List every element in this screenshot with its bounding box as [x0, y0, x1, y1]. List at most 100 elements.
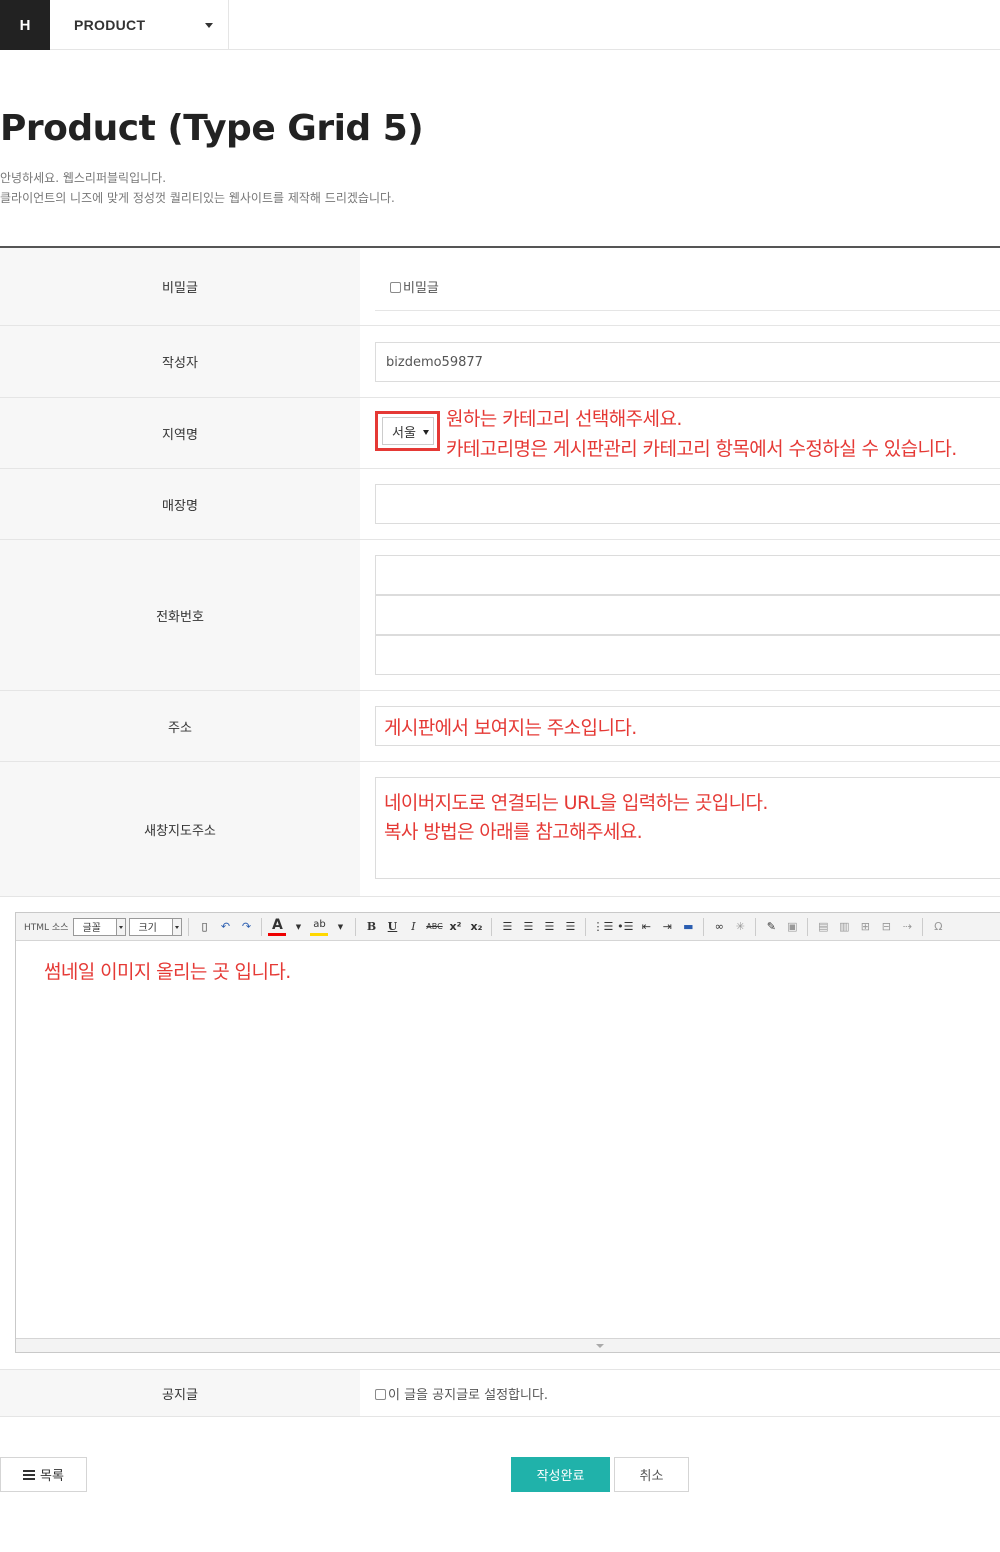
align-center-icon[interactable]: ☰: [519, 917, 537, 937]
highlight-color-icon[interactable]: ab: [310, 918, 329, 936]
list-icon: [23, 1469, 36, 1480]
font-family-label: 글꼴: [82, 923, 101, 934]
map-url-row: 새창지도주소 네이버지도로 연결되는 URL을 입력하는 곳입니다. 복사 방법…: [0, 762, 1000, 897]
region-select-value: 서울: [392, 425, 416, 441]
address-label: 주소: [0, 691, 360, 761]
toolbar-separator: [355, 917, 357, 936]
image-icon[interactable]: ▣: [783, 917, 801, 937]
unordered-list-icon[interactable]: •☰: [616, 917, 634, 937]
notice-checkbox-wrap[interactable]: 이 글을 공지글로 설정합니다.: [375, 1384, 548, 1403]
toolbar-separator: [261, 917, 263, 936]
phone-input-1[interactable]: [375, 555, 1000, 595]
align-left-icon[interactable]: ☰: [498, 917, 516, 937]
phone-input-2[interactable]: [375, 595, 1000, 635]
indent-icon[interactable]: ⇥: [658, 917, 676, 937]
author-row: 작성자 bizdemo59877: [0, 326, 1000, 398]
product-menu-dropdown[interactable]: PRODUCT: [50, 0, 229, 50]
highlight-dropdown-icon[interactable]: ▼: [331, 917, 349, 937]
map-url-line2: 복사 방법은 아래를 참고해주세요.: [384, 821, 643, 843]
region-row: 지역명 서울 원하는 카테고리 선택해주세요. 카테고리명은 게시판관리 카테고…: [0, 398, 1000, 469]
page-description-line2: 클라이언트의 니즈에 맞게 정성껏 퀄리티있는 웹사이트를 제작해 드리겠습니다…: [0, 191, 395, 205]
cancel-button[interactable]: 취소: [614, 1457, 689, 1492]
editor-toolbar: HTML 소스 글꼴 크기 ▯ ↶ ↷ A ▼ ab ▼ B U I ABC x…: [16, 913, 1000, 941]
page-description-line1: 안녕하세요. 웹스리퍼블릭입니다.: [0, 171, 167, 185]
html-source-button[interactable]: HTML 소스: [22, 917, 70, 937]
phone-input-3[interactable]: [375, 635, 1000, 675]
author-label: 작성자: [0, 326, 360, 397]
font-family-select[interactable]: 글꼴: [73, 917, 127, 936]
editor-content-area[interactable]: 썸네일 이미지 올리는 곳 입니다.: [16, 941, 1000, 1339]
select-arrow-icon: [423, 430, 429, 435]
toolbar-separator: [491, 917, 493, 936]
editor-resize-handle[interactable]: [16, 1338, 1000, 1352]
unlink-icon[interactable]: ✳: [731, 917, 749, 937]
bold-icon[interactable]: B: [362, 917, 380, 937]
store-name-input[interactable]: [375, 484, 1000, 524]
horizontal-rule-icon[interactable]: ▬: [679, 917, 697, 937]
notice-checkbox[interactable]: [375, 1389, 386, 1400]
store-label: 매장명: [0, 469, 360, 539]
italic-icon[interactable]: I: [404, 917, 422, 937]
toolbar-separator: [585, 917, 587, 936]
align-right-icon[interactable]: ☰: [540, 917, 558, 937]
region-note-line1: 원하는 카테고리 선택해주세요.: [446, 408, 682, 430]
dropdown-arrow-icon: [172, 918, 182, 935]
font-color-dropdown-icon[interactable]: ▼: [289, 917, 307, 937]
secret-checkbox[interactable]: [390, 282, 401, 293]
toolbar-separator: [188, 917, 190, 936]
site-logo[interactable]: H: [0, 0, 50, 50]
store-row: 매장명: [0, 469, 1000, 540]
table-insert-row-icon[interactable]: ⊞: [856, 917, 874, 937]
secret-checkbox-wrap[interactable]: 비밀글: [390, 277, 439, 296]
region-note-line2: 카테고리명은 게시판관리 카테고리 항목에서 수정하실 수 있습니다.: [446, 438, 957, 460]
address-input[interactable]: 게시판에서 보여지는 주소입니다.: [375, 706, 1000, 746]
notice-label: 공지글: [0, 1370, 360, 1416]
address-row: 주소 게시판에서 보여지는 주소입니다.: [0, 691, 1000, 762]
map-url-textarea[interactable]: 네이버지도로 연결되는 URL을 입력하는 곳입니다. 복사 방법은 아래를 참…: [375, 777, 1000, 879]
secret-row: 비밀글 비밀글: [0, 248, 1000, 326]
notice-checkbox-label: 이 글을 공지글로 설정합니다.: [388, 1388, 549, 1403]
redo-icon[interactable]: ↷: [237, 917, 255, 937]
toolbar-separator: [755, 917, 757, 936]
underline-icon[interactable]: U: [383, 917, 401, 937]
phone-label: 전화번호: [0, 540, 360, 690]
submit-button[interactable]: 작성완료: [511, 1457, 610, 1492]
edit-icon[interactable]: ✎: [762, 917, 780, 937]
table-insert-col-icon[interactable]: ⊟: [877, 917, 895, 937]
editor-placeholder-text: 썸네일 이미지 올리는 곳 입니다.: [44, 961, 291, 983]
font-size-label: 크기: [138, 923, 157, 934]
map-url-label: 새창지도주소: [0, 762, 360, 896]
top-navigation-bar: H PRODUCT: [0, 0, 1000, 50]
ordered-list-icon[interactable]: ⋮☰: [592, 917, 613, 937]
address-input-value: 게시판에서 보여지는 주소입니다.: [384, 716, 637, 739]
font-size-select[interactable]: 크기: [129, 917, 183, 936]
special-char-icon[interactable]: Ω: [929, 917, 947, 937]
list-button[interactable]: 목록: [0, 1457, 87, 1492]
link-icon[interactable]: ∞: [710, 917, 728, 937]
region-select[interactable]: 서울: [382, 417, 434, 445]
region-label: 지역명: [0, 398, 360, 468]
subscript-icon[interactable]: x₂: [467, 917, 485, 937]
table-delete-icon[interactable]: ⇢: [898, 917, 916, 937]
region-select-highlight: 서울: [375, 411, 440, 451]
strikethrough-icon[interactable]: ABC: [425, 917, 443, 937]
new-document-icon[interactable]: ▯: [195, 917, 213, 937]
list-button-label: 목록: [40, 1469, 64, 1484]
undo-icon[interactable]: ↶: [216, 917, 234, 937]
notice-row: 공지글 이 글을 공지글로 설정합니다.: [0, 1369, 1000, 1417]
secret-label: 비밀글: [0, 248, 360, 325]
superscript-icon[interactable]: x²: [446, 917, 464, 937]
font-color-icon[interactable]: A: [268, 918, 287, 936]
secret-field-area: 비밀글: [375, 248, 1000, 311]
map-url-line1: 네이버지도로 연결되는 URL을 입력하는 곳입니다.: [384, 792, 768, 814]
secret-checkbox-label: 비밀글: [403, 281, 439, 296]
table-merge-icon[interactable]: ▥: [835, 917, 853, 937]
toolbar-separator: [807, 917, 809, 936]
align-justify-icon[interactable]: ☰: [561, 917, 579, 937]
table-icon[interactable]: ▤: [814, 917, 832, 937]
page-title: Product (Type Grid 5): [0, 108, 424, 149]
toolbar-separator: [922, 917, 924, 936]
author-input[interactable]: bizdemo59877: [375, 342, 1000, 382]
product-menu-label: PRODUCT: [74, 17, 146, 33]
outdent-icon[interactable]: ⇤: [637, 917, 655, 937]
